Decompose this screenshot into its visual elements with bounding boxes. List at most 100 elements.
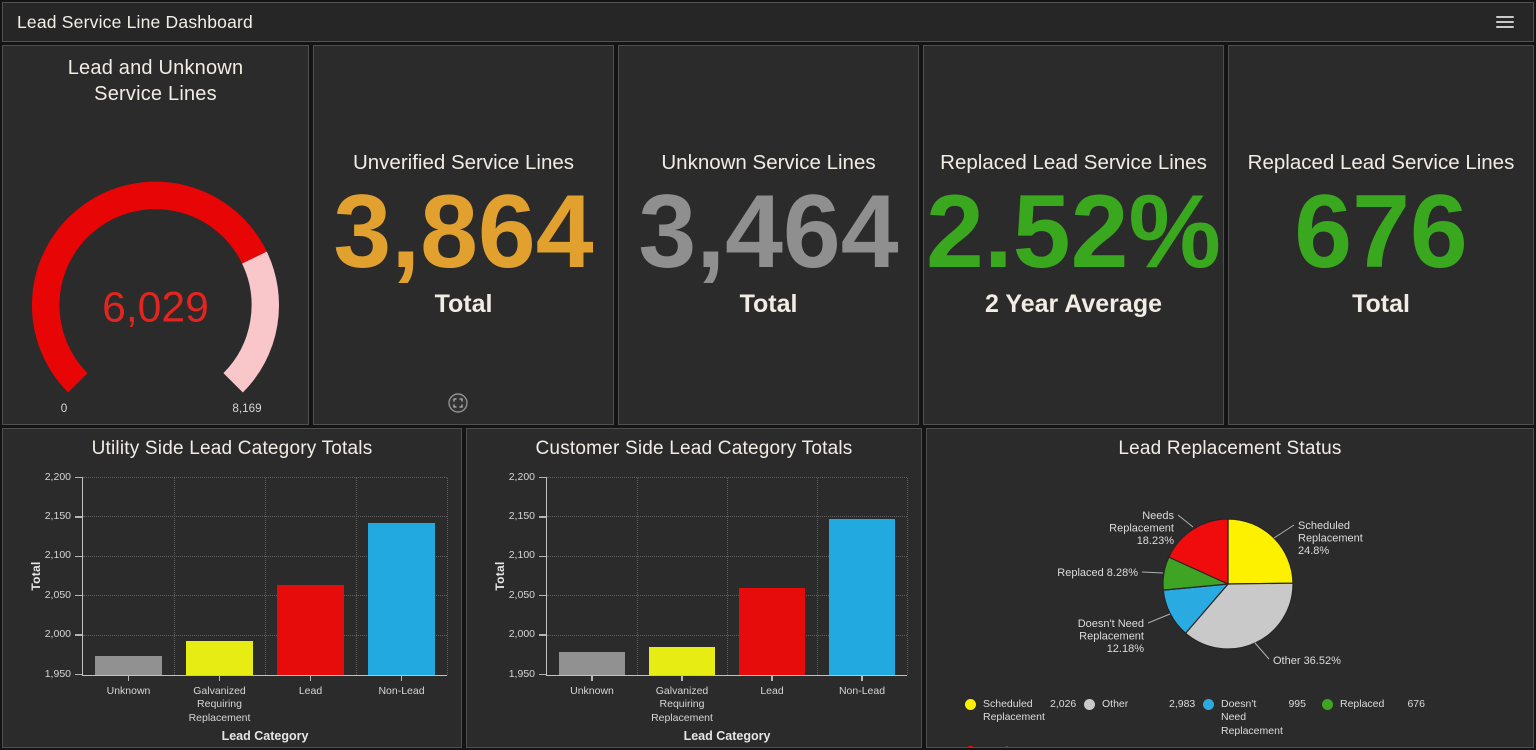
pie-slice-label-line: 24.8% (1298, 545, 1329, 557)
gauge-svg: 6,029 0 8,169 (3, 111, 308, 418)
indicator-title: Unknown Service Lines (661, 151, 875, 176)
x-axis-tick (681, 676, 683, 681)
pie-slice-label: Other 36.52% (1273, 655, 1341, 667)
gridline-vertical (265, 478, 266, 675)
legend-swatch (965, 699, 976, 710)
dashboard: Lead Service Line Dashboard Lead and Unk… (0, 0, 1536, 750)
panel-customer-bar-chart: Customer Side Lead Category Totals 1,950… (466, 428, 922, 748)
y-tick-label: 2,000 (3, 628, 71, 640)
category-label: Lead (727, 685, 817, 699)
x-axis-tick (219, 676, 221, 681)
legend-value: 995 (1288, 698, 1306, 739)
utility-bar-chart: 1,9502,0002,0502,1002,1502,200UnknownGal… (3, 462, 461, 747)
x-axis-tick (861, 676, 863, 681)
dashboard-title: Lead Service Line Dashboard (17, 12, 253, 33)
indicator-caption: Total (1352, 290, 1410, 319)
panel-utility-bar-chart: Utility Side Lead Category Totals 1,9502… (2, 428, 462, 748)
bar-galvanized[interactable] (186, 641, 252, 675)
y-tick-label: 2,000 (467, 628, 535, 640)
pie-slice-label-line: Replaced 8.28% (1057, 567, 1138, 579)
pie-slice-scheduled-replacement[interactable] (1228, 519, 1293, 584)
gridline-vertical (637, 478, 638, 675)
hamburger-menu-icon[interactable] (1493, 11, 1517, 33)
indicator-value: 3,864 (333, 176, 593, 288)
pie-legend: Scheduled Replacement2,026Other2,983Does… (927, 694, 1533, 748)
pie-slice-label: ScheduledReplacement24.8% (1298, 520, 1363, 557)
gauge-track-arc (233, 258, 265, 383)
panel-indicator-replaced-total: Replaced Lead Service Lines 676 Total (1228, 45, 1534, 425)
pie-callout-line (1178, 515, 1193, 527)
gauge-value-label: 6,029 (102, 284, 209, 332)
x-axis-tick (128, 676, 130, 681)
legend-swatch (965, 746, 976, 748)
legend-label: Needs Replacement (983, 745, 1045, 748)
indicator-value: 3,464 (638, 176, 898, 288)
pie-slice-label-line: Other 36.52% (1273, 655, 1341, 667)
bar-galvanized[interactable] (649, 647, 715, 675)
legend-item-other[interactable]: Other2,983 (1084, 698, 1203, 739)
panel-gauge-lead-unknown: Lead and Unknown Service Lines 6,02908,1… (2, 45, 309, 425)
legend-value: 2,026 (1050, 698, 1076, 739)
pie-svg: ScheduledReplacement24.8% Other 36.52% Doe… (927, 466, 1533, 694)
indicator-caption: Total (435, 290, 493, 319)
gridline-vertical (727, 478, 728, 675)
legend-label: Doesn't Need Replacement (1221, 698, 1283, 739)
legend-value: 676 (1407, 698, 1425, 739)
indicator-caption: Total (740, 290, 798, 319)
gridline-vertical (907, 478, 908, 675)
legend-item-needs-replacement[interactable]: Needs Replacement 1,489 (965, 745, 1084, 748)
indicator-value: 676 (1294, 176, 1468, 288)
pie-callout-line (1274, 525, 1294, 538)
indicator-title: Replaced Lead Service Lines (1248, 151, 1515, 176)
header-bar: Lead Service Line Dashboard (2, 2, 1534, 42)
x-axis-tick (591, 676, 593, 681)
pie-slice-label-line: Doesn't Need (1078, 618, 1144, 630)
pie-callout-line (1142, 572, 1163, 573)
category-label: Unknown (83, 685, 174, 699)
indicator-caption: 2 Year Average (985, 290, 1162, 319)
y-axis-title: Total (29, 561, 43, 590)
pie-slice-label-line: Scheduled (1298, 520, 1350, 532)
legend-item-doesn-t-need-replacement[interactable]: Doesn't Need Replacement 995 (1203, 698, 1322, 739)
legend-value: 1,489 (1050, 745, 1076, 748)
hamburger-line (1496, 26, 1514, 28)
chart-title: Lead Replacement Status (933, 437, 1527, 461)
bar-non-lead[interactable] (829, 519, 895, 675)
pie-chart: ScheduledReplacement24.8% Other 36.52% Doe… (927, 462, 1533, 694)
legend-label: Replaced (1340, 698, 1402, 739)
indicator-title: Replaced Lead Service Lines (940, 151, 1207, 176)
bar-lead[interactable] (277, 585, 343, 674)
customer-bar-chart: 1,9502,0002,0502,1002,1502,200UnknownGal… (467, 462, 921, 747)
x-axis-tick (771, 676, 773, 681)
bar-unknown[interactable] (95, 656, 161, 674)
category-label: Galvanized Requiring Replacement (174, 685, 265, 726)
bar-non-lead[interactable] (368, 523, 434, 674)
x-axis-tick (401, 676, 403, 681)
legend-label: Scheduled Replacement (983, 698, 1045, 739)
bar-unknown[interactable] (559, 652, 625, 674)
gridline-vertical (447, 478, 448, 675)
legend-value: 2,983 (1169, 698, 1195, 739)
gauge-max-label: 8,169 (232, 402, 261, 415)
legend-item-replaced[interactable]: Replaced 676 (1322, 698, 1441, 739)
y-tick-label: 2,200 (3, 471, 71, 483)
chart-title: Customer Side Lead Category Totals (473, 437, 915, 461)
gridline-vertical (356, 478, 357, 675)
x-axis-line (82, 675, 448, 677)
pie-slice-label-line: Needs (1142, 510, 1174, 522)
bar-lead[interactable] (739, 588, 805, 675)
gauge-min-label: 0 (61, 402, 68, 415)
panel-indicator-unverified: Unverified Service Lines 3,864 Total (313, 45, 614, 425)
pie-callout-line (1148, 614, 1170, 623)
panel-indicator-replaced-pct: Replaced Lead Service Lines 2.52% 2 Year… (923, 45, 1224, 425)
y-tick-label: 2,100 (3, 549, 71, 561)
legend-item-scheduled-replacement[interactable]: Scheduled Replacement2,026 (965, 698, 1084, 739)
legend-swatch (1203, 699, 1214, 710)
category-label: Non-Lead (817, 685, 907, 699)
gauge-chart: 6,029 0 8,169 (3, 107, 308, 424)
expand-handle-icon[interactable] (447, 392, 469, 414)
pie-slice-label-line: 18.23% (1137, 535, 1175, 547)
y-axis-title: Total (493, 561, 507, 590)
hamburger-line (1496, 21, 1514, 23)
gridline-vertical (817, 478, 818, 675)
